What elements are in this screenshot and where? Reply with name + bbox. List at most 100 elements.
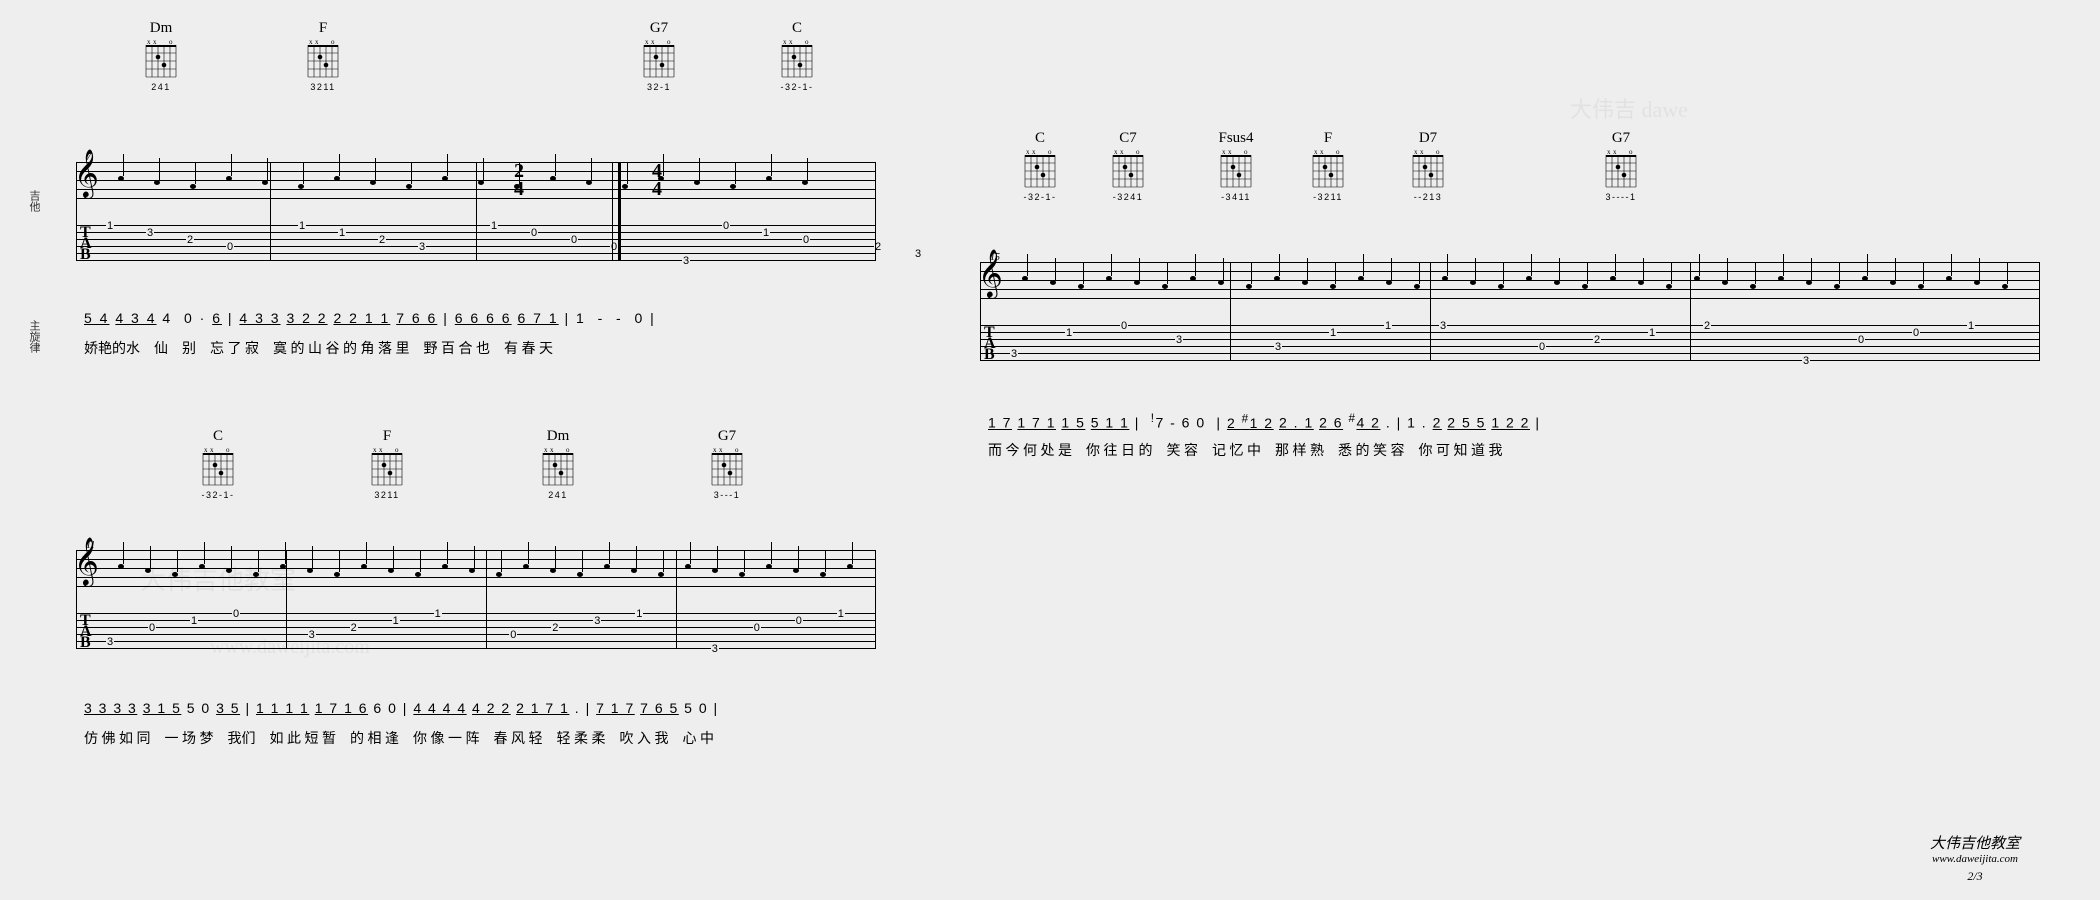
notehead-icon <box>1918 284 1924 289</box>
svg-text:o: o <box>805 39 809 46</box>
lyric-segment: 笑 容 <box>1167 440 1199 460</box>
notehead-icon <box>1078 284 1084 289</box>
notehead-icon <box>793 568 799 573</box>
lyric-segment: 别 <box>182 338 196 358</box>
svg-text:x: x <box>1414 149 1418 156</box>
chord-name: Dm <box>540 428 576 445</box>
svg-text:x: x <box>315 39 319 46</box>
tab-fret: 2 <box>551 622 559 634</box>
chord-grid-icon: xxo <box>305 39 341 81</box>
lyric-segment: 你 往 日 的 <box>1086 440 1153 460</box>
notehead-icon <box>415 572 421 577</box>
lyric-segment: 你 可 知 道 我 <box>1419 440 1503 460</box>
notehead-icon <box>514 184 520 189</box>
notehead-icon <box>1890 280 1896 285</box>
chord-diagram: C xxo -32-1- <box>200 428 236 500</box>
notehead-icon <box>694 180 700 185</box>
notehead-icon <box>658 572 664 577</box>
tab-fret: 3 <box>308 629 316 641</box>
chord-fingering: 241 <box>540 490 576 500</box>
tab-fret: 3 <box>1274 341 1282 353</box>
lyric-segment: 仙 <box>154 338 168 358</box>
chord-grid-icon: xxo <box>143 39 179 81</box>
svg-text:x: x <box>373 447 377 454</box>
chord-fingering: 241 <box>143 82 179 92</box>
chord-diagram: F xxo -3211 <box>1310 130 1346 202</box>
tab-fret: 1 <box>1384 320 1392 332</box>
notehead-icon <box>1526 276 1532 281</box>
chord-diagram: Dm xxo 241 <box>540 428 576 500</box>
svg-text:o: o <box>1048 149 1052 156</box>
notehead-icon <box>1694 276 1700 281</box>
chord-name: G7 <box>641 20 677 37</box>
tab-fret: 0 <box>148 622 156 634</box>
svg-text:o: o <box>1629 149 1633 156</box>
tab-fret: 1 <box>837 608 845 620</box>
chord-name: Dm <box>143 20 179 37</box>
lyric-segment: 轻 柔 柔 <box>557 728 606 748</box>
notehead-icon <box>739 572 745 577</box>
tab-fret: 0 <box>753 622 761 634</box>
chord-name: C7 <box>1110 130 1146 147</box>
notehead-icon <box>1554 280 1560 285</box>
notehead-icon <box>766 564 772 569</box>
tab-fret: 0 <box>509 629 517 641</box>
tab-fret: 0 <box>722 220 730 232</box>
notehead-icon <box>1974 280 1980 285</box>
tab-fret: 2 <box>1593 334 1601 346</box>
chord-name: D7 <box>1410 130 1446 147</box>
tab-fret: 1 <box>298 220 306 232</box>
chord-diagram: D7 xxo --213 <box>1410 130 1446 202</box>
notehead-icon <box>1582 284 1588 289</box>
tab-fret: 3 <box>1802 355 1810 367</box>
chord-name: C <box>200 428 236 445</box>
footer-site: www.daweijita.com <box>1930 853 2020 865</box>
chord-name: G7 <box>709 428 745 445</box>
lyric-segment: 记 忆 中 <box>1212 440 1261 460</box>
chord-name: C <box>1022 130 1058 147</box>
tab-fret: 1 <box>490 220 498 232</box>
svg-text:x: x <box>1420 149 1424 156</box>
chord-diagram: G7 xxo 3----1 <box>1603 130 1639 202</box>
notehead-icon <box>1386 280 1392 285</box>
tab-fret: 3 <box>418 241 426 253</box>
tab-fret: 0 <box>1857 334 1865 346</box>
notehead-icon <box>1358 276 1364 281</box>
lyric-segment: 我们 <box>228 728 256 748</box>
notehead-icon <box>1834 284 1840 289</box>
notehead-icon <box>496 572 502 577</box>
treble-staff: 𝄞 <box>76 550 876 586</box>
notehead-icon <box>685 564 691 569</box>
svg-text:x: x <box>1613 149 1617 156</box>
svg-text:x: x <box>1032 149 1036 156</box>
tab-fret: 1 <box>1967 320 1975 332</box>
treble-clef-icon: 𝄞 <box>74 538 99 586</box>
tab-fret: 0 <box>795 615 803 627</box>
lyric-segment: 有 春 天 <box>504 338 553 358</box>
notehead-icon <box>118 176 124 181</box>
tab-fret: 1 <box>1648 327 1656 339</box>
notehead-icon <box>1498 284 1504 289</box>
chord-diagram: G7 xxo 3---1 <box>709 428 745 500</box>
svg-text:o: o <box>331 39 335 46</box>
notehead-icon <box>586 180 592 185</box>
chord-name: F <box>305 20 341 37</box>
tab-fret: 0 <box>1912 327 1920 339</box>
tab-fret: 2 <box>378 234 386 246</box>
tab-fret: 0 <box>530 227 538 239</box>
tab-fret: 1 <box>434 608 442 620</box>
notehead-icon <box>2002 284 2008 289</box>
svg-text:o: o <box>1244 149 1248 156</box>
jianpu-row-2: 3 3 3 3 3 1 5 5 0 3 5 | 1 1 1 1 1 7 1 6 … <box>84 700 719 716</box>
notehead-icon <box>334 572 340 577</box>
tab-fret: 1 <box>106 220 114 232</box>
chord-diagram: G7 xxo 32-1 <box>641 20 677 92</box>
lyric-segment: 那 样 熟 <box>1275 440 1324 460</box>
chord-fingering: --213 <box>1410 192 1446 202</box>
chord-fingering: -3241 <box>1110 192 1146 202</box>
notehead-icon <box>847 564 853 569</box>
notehead-icon <box>577 572 583 577</box>
svg-text:x: x <box>1607 149 1611 156</box>
notehead-icon <box>802 180 808 185</box>
svg-text:o: o <box>1136 149 1140 156</box>
